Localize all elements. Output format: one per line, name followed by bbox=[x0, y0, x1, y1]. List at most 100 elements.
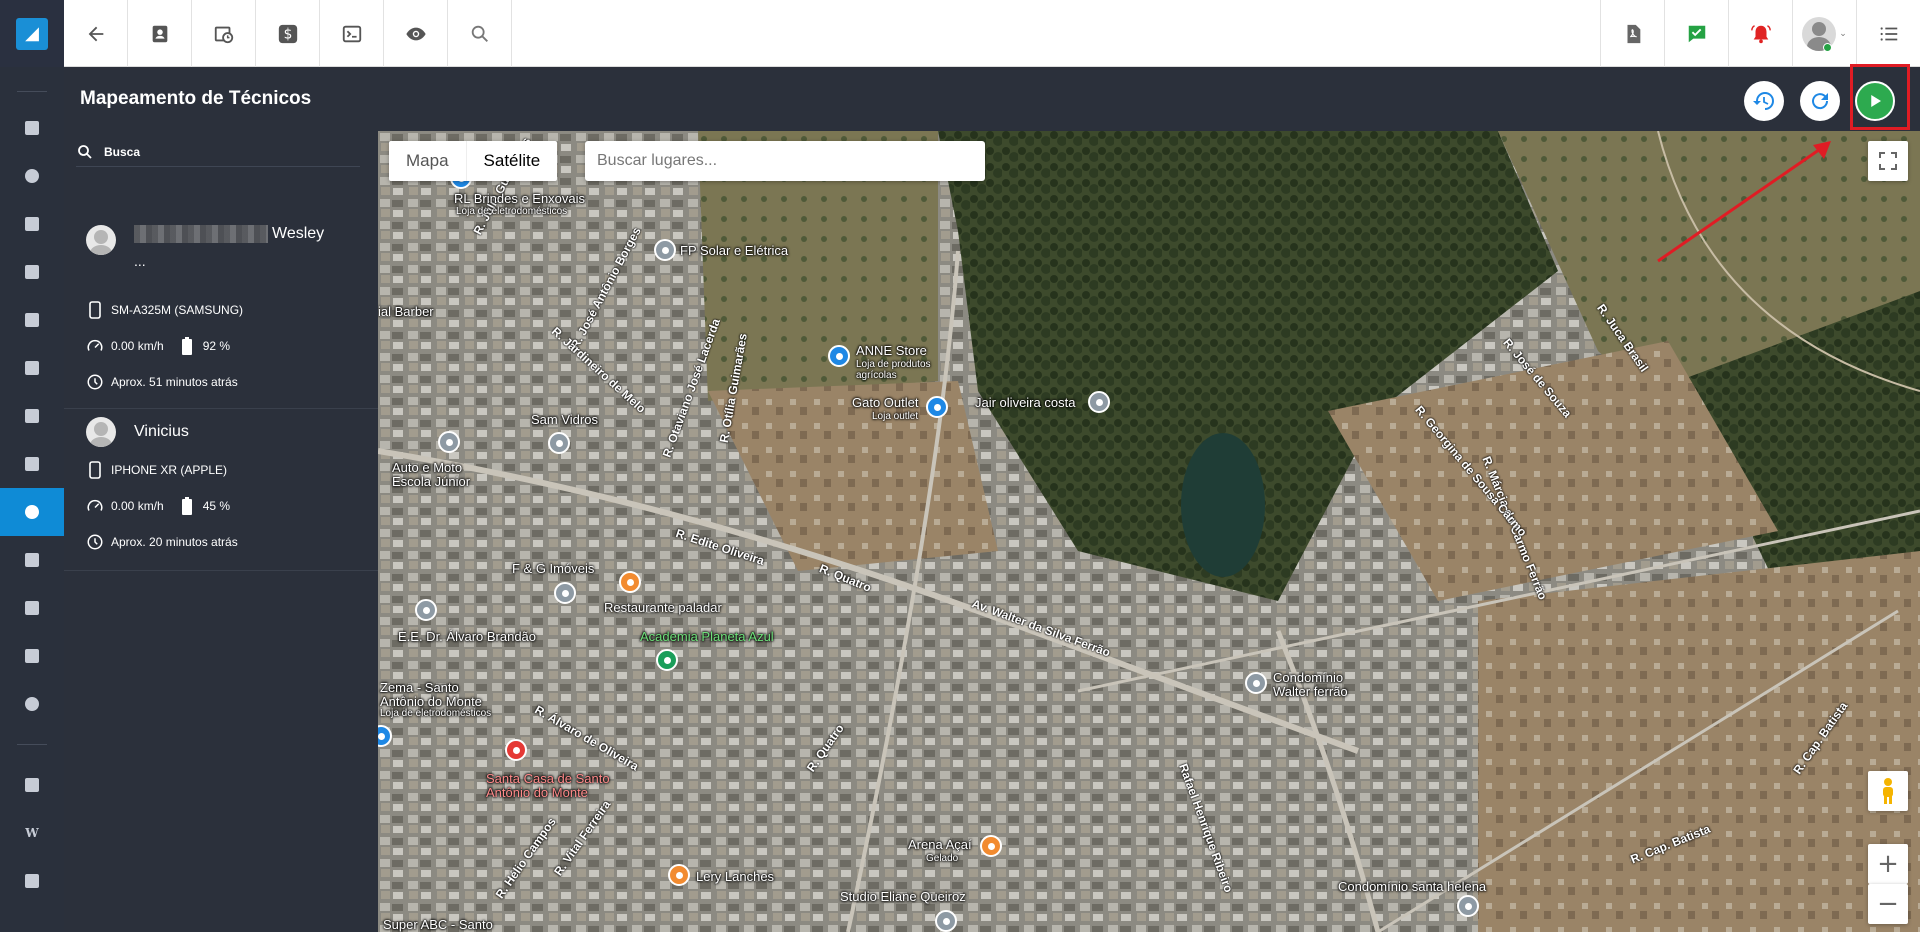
zoom-out-button[interactable]: − bbox=[1868, 884, 1908, 924]
fullscreen-icon bbox=[1879, 152, 1897, 170]
nav-documents[interactable] bbox=[0, 536, 64, 584]
battery-level: 45 % bbox=[202, 499, 231, 513]
menu-button[interactable] bbox=[1856, 0, 1920, 67]
device-name: SM-A325M (SAMSUNG) bbox=[111, 303, 244, 317]
technician-card[interactable]: Wesley ... SM-A325M (SAMSUNG) 0.00 km/h … bbox=[64, 201, 378, 409]
place-pin[interactable] bbox=[1457, 895, 1479, 917]
chevron-down-icon: ⌄ bbox=[1839, 28, 1847, 38]
dollar-icon: $ bbox=[278, 24, 297, 43]
satellite-map[interactable]: R. José Antônio Borges R. Júlia Guimarãe… bbox=[378, 131, 1920, 932]
search-input[interactable] bbox=[104, 144, 344, 159]
last-seen-row: Aprox. 20 minutos atrás bbox=[86, 533, 238, 551]
hospital-pin[interactable] bbox=[505, 739, 527, 761]
map-type-map[interactable]: Mapa bbox=[389, 141, 466, 181]
play-button[interactable] bbox=[1855, 81, 1895, 121]
user-menu[interactable]: ⌄ bbox=[1792, 0, 1856, 67]
list-icon bbox=[1880, 26, 1897, 41]
place-sublabel: Loja de produtos agrícolas bbox=[856, 359, 931, 381]
grid-icon bbox=[25, 121, 39, 135]
tasks-button[interactable] bbox=[1664, 0, 1728, 67]
nav-technician-map[interactable] bbox=[0, 488, 64, 536]
svg-text:$: $ bbox=[283, 26, 292, 42]
page-title: Mapeamento de Técnicos bbox=[80, 88, 312, 109]
place-pin[interactable] bbox=[554, 582, 576, 604]
street-view-pegman[interactable] bbox=[1868, 771, 1908, 811]
nav-chat[interactable] bbox=[0, 857, 64, 905]
school-pin[interactable] bbox=[415, 599, 437, 621]
restaurant-pin[interactable] bbox=[668, 864, 690, 886]
place-pin[interactable] bbox=[1245, 672, 1267, 694]
place-pin[interactable] bbox=[935, 910, 957, 932]
schedule-button[interactable] bbox=[192, 0, 256, 67]
nav-files[interactable] bbox=[0, 632, 64, 680]
technician-card[interactable]: Vinicius IPHONE XR (APPLE) 0.00 km/h 45 … bbox=[64, 409, 378, 571]
board-icon bbox=[25, 265, 39, 279]
alarm-bell-icon bbox=[1750, 24, 1771, 43]
place-label: ial Barber bbox=[378, 304, 434, 319]
map-type-satellite[interactable]: Satélite bbox=[465, 141, 558, 181]
technician-name-extra: ... bbox=[134, 253, 146, 269]
battery-icon bbox=[178, 337, 196, 355]
calendar-icon bbox=[25, 313, 39, 327]
finance-button[interactable]: $ bbox=[256, 0, 320, 67]
refresh-button[interactable] bbox=[1800, 81, 1840, 121]
zoom-in-button[interactable]: + bbox=[1868, 844, 1908, 884]
nav-videos[interactable] bbox=[0, 761, 64, 809]
place-label: F & G Imóveis bbox=[512, 561, 595, 576]
search-button[interactable] bbox=[448, 0, 512, 67]
nav-servers[interactable] bbox=[0, 584, 64, 632]
back-button[interactable] bbox=[64, 0, 128, 67]
terminal-button[interactable] bbox=[320, 0, 384, 67]
avatar bbox=[86, 225, 116, 255]
nav-settings[interactable] bbox=[0, 680, 64, 728]
store-pin[interactable] bbox=[828, 345, 850, 367]
speedometer-icon bbox=[86, 337, 104, 355]
store-pin[interactable] bbox=[926, 396, 948, 418]
nav-contacts[interactable] bbox=[0, 200, 64, 248]
nav-dashboard[interactable] bbox=[0, 104, 64, 152]
restaurant-pin[interactable] bbox=[980, 835, 1002, 857]
place-label: E.E. Dr. Álvaro Brandão bbox=[398, 629, 537, 644]
nav-finance[interactable] bbox=[0, 440, 64, 488]
nav-wiki[interactable]: W bbox=[0, 809, 64, 857]
nav-services[interactable] bbox=[0, 344, 64, 392]
video-icon bbox=[25, 778, 39, 792]
file-icon bbox=[25, 649, 39, 663]
place-label: Academia Planeta Azul bbox=[640, 629, 774, 644]
gear-icon bbox=[25, 697, 39, 711]
location-person-icon bbox=[25, 505, 39, 519]
restaurant-pin[interactable] bbox=[619, 571, 641, 593]
nav-board[interactable] bbox=[0, 248, 64, 296]
place-pin[interactable] bbox=[654, 239, 676, 261]
calendar-clock-icon bbox=[214, 26, 233, 43]
contacts-button[interactable] bbox=[128, 0, 192, 67]
place-pin[interactable] bbox=[438, 431, 460, 453]
place-pin[interactable] bbox=[1088, 391, 1110, 413]
place-label: Studio Eliane Queiroz bbox=[840, 889, 966, 904]
place-label: Zema - Santo Antônio do Monte bbox=[380, 680, 482, 709]
last-seen: Aprox. 51 minutos atrás bbox=[111, 375, 238, 389]
map-type-control: Mapa Satélite bbox=[389, 141, 558, 181]
nav-products[interactable] bbox=[0, 392, 64, 440]
eye-icon bbox=[405, 27, 426, 40]
app-logo[interactable]: ◢ bbox=[0, 0, 64, 67]
history-button[interactable] bbox=[1744, 81, 1784, 121]
technician-name: Wesley bbox=[134, 225, 324, 243]
nav-reports[interactable] bbox=[0, 152, 64, 200]
clock-icon bbox=[86, 533, 104, 551]
places-search-input[interactable] bbox=[585, 141, 985, 181]
phone-icon bbox=[86, 301, 104, 319]
rail-divider bbox=[17, 91, 47, 92]
fullscreen-button[interactable] bbox=[1868, 141, 1908, 181]
nav-schedule[interactable] bbox=[0, 296, 64, 344]
pdf-button[interactable] bbox=[1600, 0, 1664, 67]
place-label: Lery Lanches bbox=[696, 869, 775, 884]
box-icon bbox=[25, 409, 39, 423]
place-pin[interactable] bbox=[548, 432, 570, 454]
place-label: Restaurante paladar bbox=[604, 600, 722, 615]
place-label: Arena Açaí bbox=[908, 837, 972, 852]
alarm-button[interactable] bbox=[1728, 0, 1792, 67]
view-button[interactable] bbox=[384, 0, 448, 67]
device-row: SM-A325M (SAMSUNG) bbox=[86, 301, 243, 319]
gym-pin[interactable] bbox=[656, 649, 678, 671]
